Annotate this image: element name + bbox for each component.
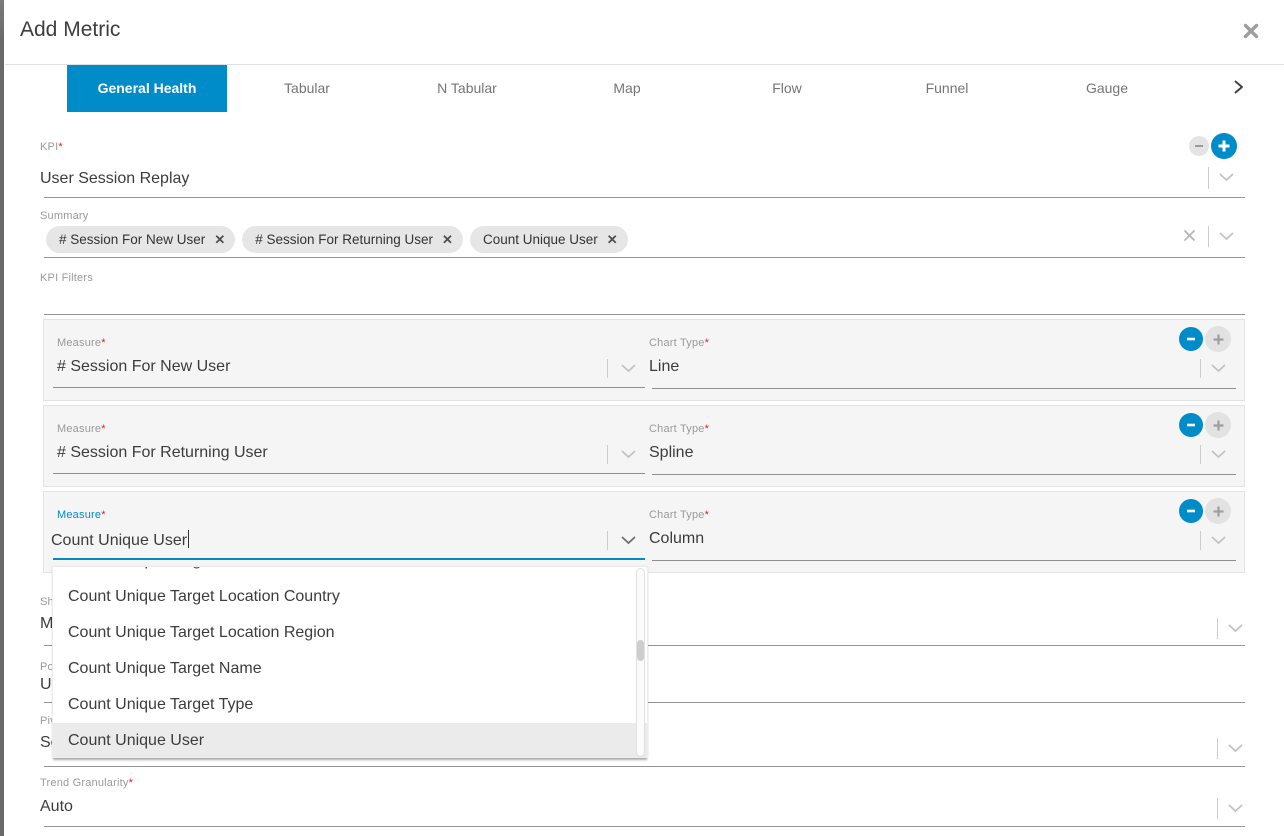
- field-dropdown-separator: [1217, 738, 1218, 759]
- measure-add-button[interactable]: [1205, 498, 1231, 524]
- measure-underline-focused: [53, 558, 645, 560]
- page-background-edge: [0, 0, 4, 836]
- measure-remove-button[interactable]: [1179, 413, 1203, 437]
- chart-type-chevron-down-icon[interactable]: [1211, 364, 1226, 373]
- tab-general-health[interactable]: General Health: [67, 65, 227, 112]
- dropdown-item[interactable]: Count Unique Target Name: [53, 651, 647, 687]
- chart-type-label: Chart Type*: [649, 337, 709, 349]
- close-icon[interactable]: [1243, 23, 1261, 41]
- field-underline: [44, 766, 1245, 767]
- chart-type-underline: [652, 388, 1236, 389]
- summary-chip-label: # Session For New User: [59, 226, 205, 253]
- field-chevron-down-icon[interactable]: [1228, 624, 1243, 633]
- measure-label: Measure*: [57, 423, 106, 435]
- tab-bar: General HealthTabularN TabularMapFlowFun…: [67, 65, 1187, 112]
- chart-type-dropdown-separator: [1200, 531, 1201, 550]
- summary-underline: [44, 257, 1245, 258]
- measure-remove-button[interactable]: [1179, 499, 1203, 523]
- chart-type-underline: [652, 474, 1236, 475]
- field-dropdown-separator: [1217, 798, 1218, 819]
- measure-dropdown-separator: [607, 531, 608, 550]
- tab-funnel[interactable]: Funnel: [867, 65, 1027, 112]
- tab-map[interactable]: Map: [547, 65, 707, 112]
- summary-chip: # Session For New User ✕: [46, 226, 235, 253]
- dropdown-scrollbar-thumb[interactable]: [637, 640, 644, 661]
- kpi-chevron-down-icon[interactable]: [1219, 173, 1234, 182]
- modal-title: Add Metric: [20, 18, 120, 42]
- field-chevron-down-icon[interactable]: [1228, 744, 1243, 753]
- chart-type-label: Chart Type*: [649, 423, 709, 435]
- summary-chip-label: Count Unique User: [483, 226, 598, 253]
- chip-remove-icon[interactable]: ✕: [214, 233, 225, 246]
- tabs-overflow-chevron-right-icon[interactable]: [1231, 79, 1249, 97]
- plus-icon: [1217, 139, 1231, 153]
- kpi-add-button[interactable]: [1211, 133, 1237, 159]
- summary-chips: # Session For New User✕# Session For Ret…: [46, 226, 628, 253]
- chart-type-label: Chart Type*: [649, 509, 709, 521]
- chip-remove-icon[interactable]: ✕: [607, 233, 618, 246]
- dropdown-item[interactable]: Count Unique Target Location Country: [53, 579, 647, 615]
- kpi-remove-button[interactable]: [1189, 136, 1209, 156]
- kpi-dropdown-separator: [1208, 167, 1209, 189]
- summary-label: Summary: [40, 210, 88, 222]
- field-dropdown-separator: [1217, 618, 1218, 639]
- measure-value[interactable]: # Session For Returning User: [57, 444, 268, 462]
- measure-underline: [53, 387, 645, 388]
- chart-type-underline: [652, 560, 1236, 561]
- summary-chip-label: # Session For Returning User: [255, 226, 433, 253]
- chart-type-chevron-down-icon[interactable]: [1211, 450, 1226, 459]
- tab-n-tabular[interactable]: N Tabular: [387, 65, 547, 112]
- chart-type-value[interactable]: Spline: [649, 444, 693, 462]
- measure-label: Measure*: [57, 337, 106, 349]
- dropdown-item[interactable]: Count Unique User: [53, 723, 647, 758]
- measure-remove-button[interactable]: [1179, 327, 1203, 351]
- summary-chip: # Session For Returning User ✕: [242, 226, 463, 253]
- dropdown-item[interactable]: Count Unique Target Type: [53, 687, 647, 723]
- kpi-value[interactable]: User Session Replay: [40, 170, 189, 188]
- chart-type-dropdown-separator: [1200, 359, 1201, 378]
- measure-chevron-down-icon[interactable]: [621, 450, 636, 459]
- chart-type-dropdown-separator: [1200, 445, 1201, 464]
- measure-chevron-down-icon[interactable]: [621, 364, 636, 373]
- field-label: Trend Granularity*: [40, 777, 133, 789]
- summary-clear-icon[interactable]: [1183, 229, 1196, 242]
- chart-type-chevron-down-icon[interactable]: [1211, 536, 1226, 545]
- measure-dropdown-separator: [607, 445, 608, 464]
- field-underline: [44, 826, 1245, 827]
- dropdown-item[interactable]: Count Unique Target Id: [53, 566, 647, 579]
- add-metric-modal: Add Metric General HealthTabularN Tabula…: [0, 0, 1284, 836]
- dropdown-scrollbar[interactable]: [636, 568, 645, 757]
- measure-label: Measure*: [57, 509, 106, 521]
- field-chevron-down-icon[interactable]: [1228, 804, 1243, 813]
- measure-row: Measure* Count Unique User Chart Type* Colu…: [43, 491, 1245, 573]
- measure-row: Measure* # Session For Returning User Char…: [43, 405, 1245, 487]
- field-value[interactable]: Auto: [40, 798, 73, 816]
- chart-type-value[interactable]: Line: [649, 358, 679, 376]
- measure-underline: [53, 473, 645, 474]
- tab-gauge[interactable]: Gauge: [1027, 65, 1187, 112]
- summary-dropdown-separator: [1208, 226, 1209, 247]
- measure-add-button[interactable]: [1205, 412, 1231, 438]
- measure-row: Measure* # Session For New User Chart Type…: [43, 319, 1245, 401]
- measure-chevron-down-icon[interactable]: [621, 536, 636, 545]
- measure-dropdown-list: Count Unique Target IdCount Unique Targe…: [52, 566, 648, 758]
- chip-remove-icon[interactable]: ✕: [442, 233, 453, 246]
- kpi-label: KPI*: [40, 141, 63, 153]
- tab-tabular[interactable]: Tabular: [227, 65, 387, 112]
- kpi-filters-underline: [44, 314, 1245, 315]
- summary-chevron-down-icon[interactable]: [1219, 232, 1234, 241]
- tab-flow[interactable]: Flow: [707, 65, 867, 112]
- dropdown-item[interactable]: Count Unique Target Location Region: [53, 615, 647, 651]
- text-caret: [188, 530, 189, 548]
- kpi-underline: [44, 197, 1245, 198]
- measure-dropdown-separator: [607, 359, 608, 378]
- measure-add-button[interactable]: [1205, 326, 1231, 352]
- chart-type-value[interactable]: Column: [649, 530, 704, 548]
- kpi-filters-label: KPI Filters: [40, 272, 93, 284]
- measure-value[interactable]: # Session For New User: [57, 358, 230, 376]
- measure-value[interactable]: Count Unique User: [51, 530, 189, 550]
- minus-icon: [1193, 140, 1205, 152]
- summary-chip: Count Unique User ✕: [470, 226, 628, 253]
